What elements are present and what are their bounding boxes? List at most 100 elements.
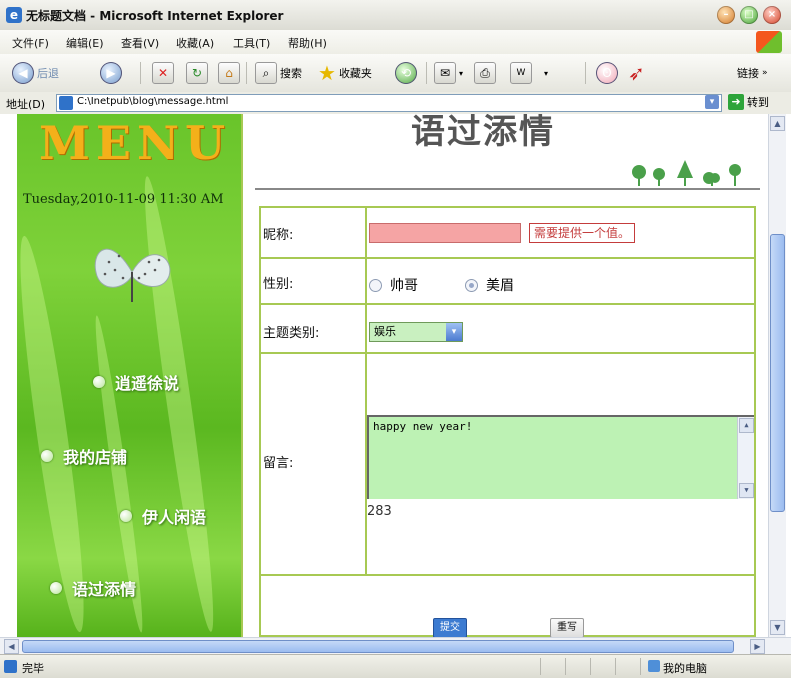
- status-divider: [590, 658, 591, 675]
- submit-button[interactable]: 提交: [433, 618, 467, 637]
- history-icon: ⟲: [395, 62, 417, 84]
- close-icon: ×: [767, 9, 777, 20]
- address-input[interactable]: C:\Inetpub\blog\message.html: [56, 94, 722, 112]
- nav-link-2[interactable]: 我的店铺: [41, 444, 127, 468]
- menu-help[interactable]: 帮助(H): [288, 35, 327, 51]
- history-button[interactable]: ⟲: [395, 60, 417, 86]
- vertical-scrollbar[interactable]: ▲ ▼: [768, 114, 786, 637]
- edit-icon: W: [510, 62, 532, 84]
- search-icon: ⌕: [255, 62, 277, 84]
- menu-logo: MENU: [39, 116, 232, 170]
- radio-button[interactable]: [369, 278, 382, 292]
- scroll-down-icon[interactable]: ▼: [739, 483, 754, 498]
- nickname-error-message: 需要提供一个值。: [529, 223, 636, 243]
- status-divider: [565, 658, 566, 675]
- status-divider: [615, 658, 616, 675]
- scroll-right-icon[interactable]: ▶: [750, 639, 765, 654]
- column-divider: [365, 208, 367, 574]
- minimize-button[interactable]: –: [717, 6, 735, 24]
- bullet-icon: [120, 510, 132, 522]
- title-bar: e 无标题文档 - Microsoft Internet Explorer – …: [0, 0, 791, 31]
- scrollbar-thumb[interactable]: [770, 234, 785, 512]
- page-done-icon: [4, 660, 17, 673]
- messenger-button[interactable]: ʘ: [596, 60, 618, 86]
- textarea-scrollbar[interactable]: ▲ ▼: [737, 417, 754, 499]
- links-button[interactable]: 链接»: [737, 60, 768, 86]
- gender-label: 性别:: [263, 277, 294, 292]
- refresh-button[interactable]: ↻: [186, 60, 208, 86]
- nav-link-4[interactable]: 语过添情: [50, 576, 136, 600]
- status-divider: [640, 658, 641, 675]
- print-button[interactable]: ⎙: [474, 60, 496, 86]
- stop-icon: ✕: [152, 62, 174, 84]
- menu-tools[interactable]: 工具(T): [233, 35, 270, 51]
- menu-edit[interactable]: 编辑(E): [66, 35, 104, 51]
- close-button[interactable]: ×: [763, 6, 781, 24]
- scroll-up-icon[interactable]: ▲: [770, 116, 785, 131]
- edit-dropdown[interactable]: ▾: [544, 60, 548, 86]
- message-label: 留言:: [263, 456, 294, 471]
- address-dropdown-icon[interactable]: ▾: [705, 95, 719, 109]
- maximize-button[interactable]: □: [740, 6, 758, 24]
- nav-link-label: 伊人闲语: [142, 508, 207, 527]
- butterfly-image: [94, 248, 171, 302]
- nav-link-1[interactable]: 逍遥徐说: [93, 370, 179, 394]
- menu-favorites[interactable]: 收藏(A): [176, 35, 214, 51]
- back-label: 后退: [37, 67, 59, 80]
- windows-logo-icon: [756, 31, 782, 53]
- mail-button[interactable]: ✉ ▾: [434, 60, 463, 86]
- home-button[interactable]: ⌂: [218, 60, 240, 86]
- forward-button[interactable]: ▶: [100, 60, 122, 86]
- back-button[interactable]: ◀ 后退: [12, 60, 59, 86]
- back-arrow-icon: ◀: [12, 62, 34, 84]
- scroll-left-icon[interactable]: ◀: [4, 639, 19, 654]
- message-text: happy new year!: [373, 420, 473, 433]
- computer-icon: [648, 660, 660, 672]
- favorites-label: 收藏夹: [338, 67, 372, 80]
- mail-icon: ✉: [434, 62, 456, 84]
- toolbar-separator: [426, 62, 427, 84]
- favorites-button[interactable]: ★ 收藏夹: [318, 60, 372, 86]
- minimize-icon: –: [723, 9, 729, 20]
- edit-button[interactable]: W: [510, 60, 532, 86]
- category-select[interactable]: 娱乐 ▾: [369, 322, 463, 342]
- search-button[interactable]: ⌕ 搜索: [255, 60, 302, 86]
- stop-button[interactable]: ✕: [152, 60, 174, 86]
- nav-link-3[interactable]: 伊人闲语: [120, 504, 206, 528]
- toolbar-separator: [140, 62, 141, 84]
- go-button[interactable]: ➜ 转到: [728, 94, 769, 110]
- horizontal-scrollbar[interactable]: ◀ ▶: [0, 637, 791, 655]
- ie-icon[interactable]: e: [6, 7, 22, 23]
- radio-button-selected[interactable]: [465, 278, 478, 292]
- print-icon: ⎙: [474, 62, 496, 84]
- message-form: 昵称: 需要提供一个值。 性别: 帅哥 美眉 主题类别: 娱乐 ▾ 留言: ha…: [259, 206, 756, 637]
- reset-button[interactable]: 重写: [550, 618, 584, 637]
- datetime-display: Tuesday,2010-11-09 11:30 AM: [23, 192, 224, 207]
- go-label: 转到: [747, 96, 769, 109]
- toolbar-separator: [246, 62, 247, 84]
- nickname-input[interactable]: [369, 223, 521, 243]
- security-zone: 我的电脑: [663, 662, 707, 675]
- forward-arrow-icon: ▶: [100, 62, 122, 84]
- grass-decoration: [9, 233, 95, 635]
- menu-file[interactable]: 文件(F): [12, 35, 49, 51]
- heading-divider: [255, 188, 760, 190]
- message-textarea[interactable]: happy new year! ▲ ▼: [367, 415, 754, 499]
- nav-link-label: 我的店铺: [63, 448, 128, 467]
- gender-option-male[interactable]: 帅哥: [369, 275, 418, 295]
- scroll-down-icon[interactable]: ▼: [770, 620, 785, 635]
- menu-bar: 文件(F) 编辑(E) 查看(V) 收藏(A) 工具(T) 帮助(H): [0, 30, 791, 55]
- toolbar: ◀ 后退 ▶ ✕ ↻ ⌂ ⌕ 搜索 ★ 收藏夹 ⟲ ✉ ▾ ⎙ W ▾ ʘ ➶ 链…: [0, 54, 791, 93]
- nickname-label: 昵称:: [263, 228, 294, 243]
- scrollbar-thumb[interactable]: [22, 640, 734, 653]
- chevron-down-icon[interactable]: ▾: [446, 323, 462, 341]
- maximize-icon: □: [744, 9, 754, 20]
- scroll-up-icon[interactable]: ▲: [739, 418, 754, 433]
- address-bar: 地址(D) C:\Inetpub\blog\message.html ▾ ➜ 转…: [0, 92, 791, 115]
- nav-link-label: 语过添情: [72, 580, 137, 599]
- home-icon: ⌂: [218, 62, 240, 84]
- bird-button[interactable]: ➶: [628, 60, 645, 86]
- menu-view[interactable]: 查看(V): [121, 35, 159, 51]
- page-icon: [59, 96, 73, 110]
- gender-option-female[interactable]: 美眉: [465, 275, 514, 295]
